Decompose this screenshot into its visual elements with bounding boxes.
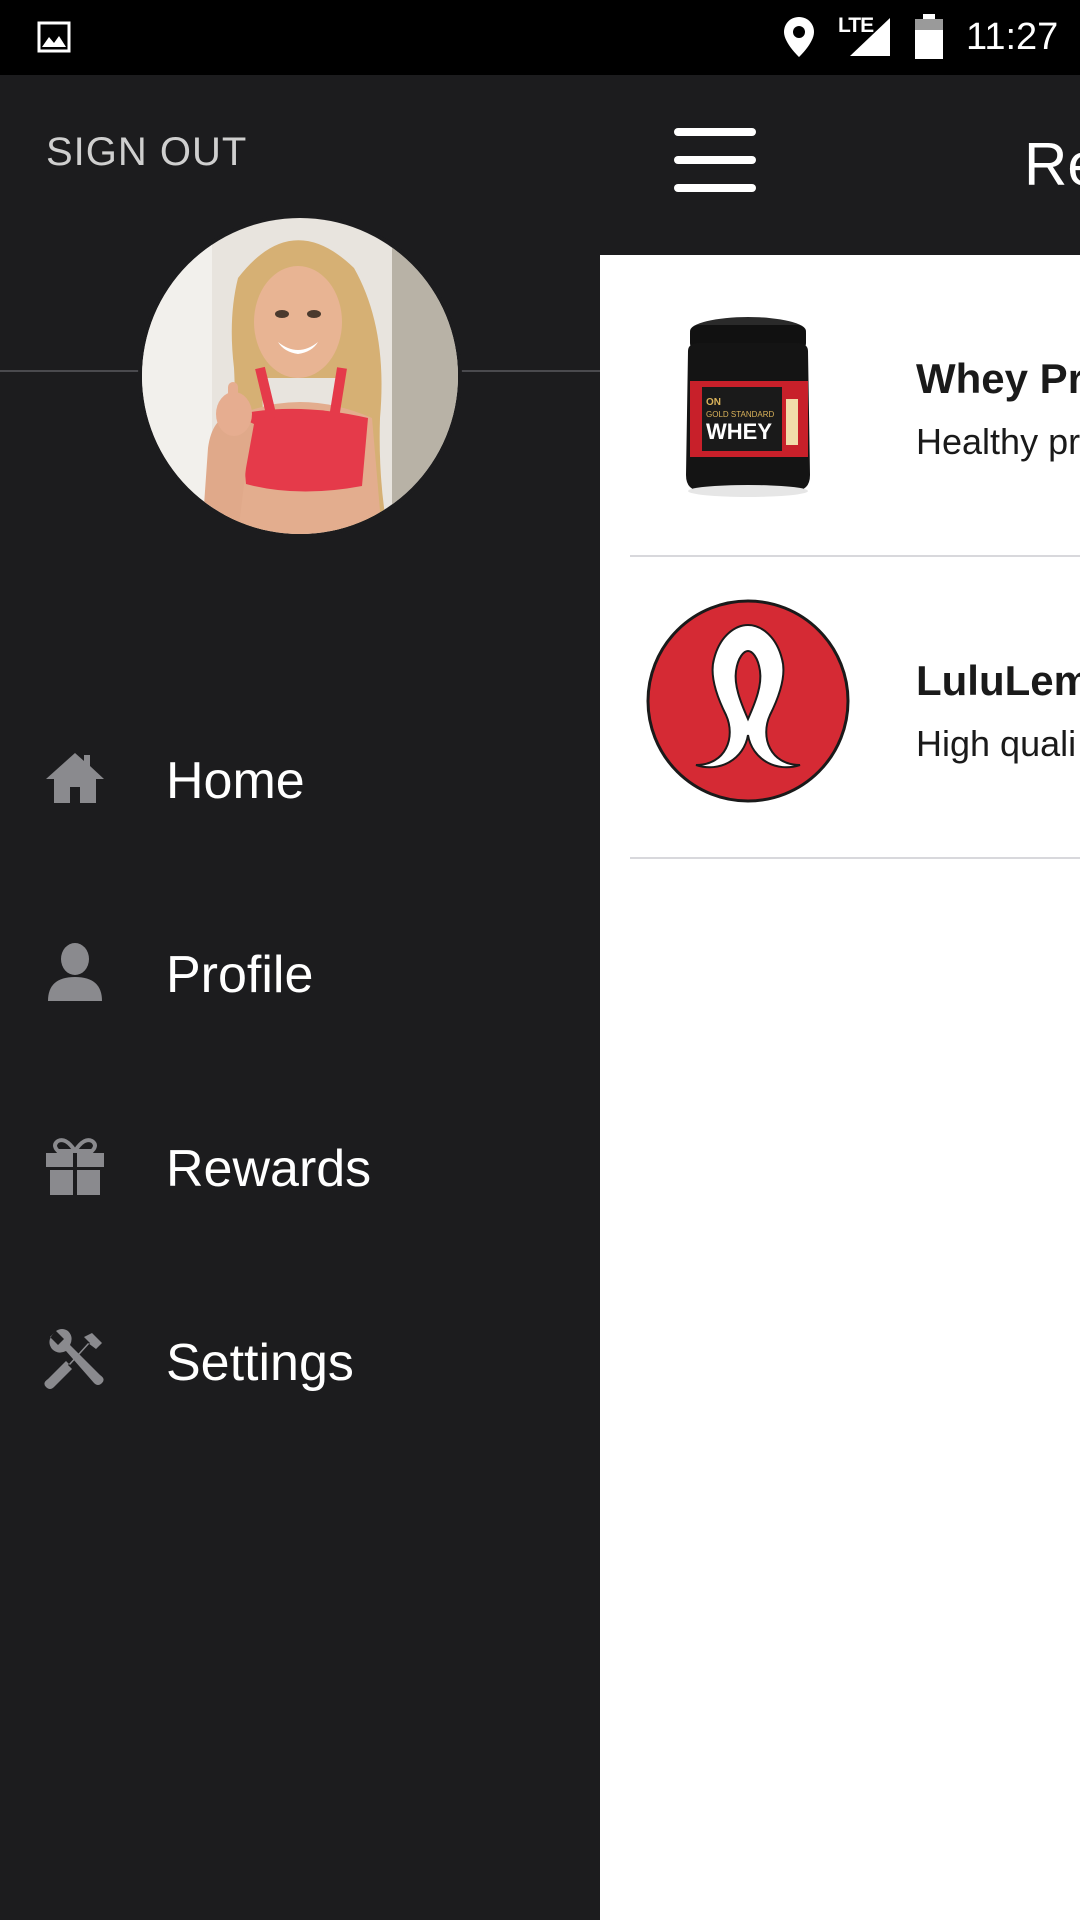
reward-item-lululemon[interactable]: LuluLem High quali [630, 557, 1080, 859]
menu-label: Settings [166, 1334, 354, 1392]
hamburger-icon[interactable] [674, 128, 756, 192]
reward-description: Healthy pr [916, 421, 1080, 462]
menu-item-home[interactable]: Home [0, 707, 600, 847]
status-bar: LTE 11:27 [0, 0, 1080, 75]
whey-brand-text: WHEY [706, 419, 772, 444]
navigation-drawer: SIGN OUT Home Profile Rewards Settings [0, 75, 600, 1920]
signal-icon [850, 18, 890, 56]
menu-label: Profile [166, 946, 314, 1004]
app-screen: LTE 11:27 Re [0, 0, 1080, 1920]
menu-label: Rewards [166, 1140, 372, 1198]
gift-icon [46, 1138, 104, 1195]
reward-description: High quali [916, 723, 1077, 764]
sign-out-button[interactable]: SIGN OUT [46, 130, 247, 175]
whey-protein-image: ON GOLD STANDARD WHEY [686, 317, 810, 497]
menu-item-profile[interactable]: Profile [0, 901, 600, 1041]
clock: 11:27 [966, 16, 1059, 58]
home-icon [46, 753, 104, 803]
menu-item-settings[interactable]: Settings [0, 1289, 600, 1429]
avatar[interactable] [138, 214, 462, 538]
svg-text:ON: ON [706, 397, 721, 408]
rewards-list: ON GOLD STANDARD WHEY Whey Pr Healthy pr… [600, 255, 1080, 859]
reward-title: Whey Pr [916, 355, 1080, 402]
gallery-icon [37, 21, 71, 53]
app-bar: Re [600, 75, 1080, 255]
location-icon [784, 17, 814, 57]
lululemon-logo-image [646, 599, 850, 803]
page-title: Re [1024, 131, 1080, 198]
user-photo [142, 218, 458, 534]
reward-item-whey[interactable]: ON GOLD STANDARD WHEY Whey Pr Healthy pr [630, 255, 1080, 557]
menu-item-rewards[interactable]: Rewards [0, 1095, 600, 1235]
battery-icon [915, 14, 943, 59]
person-icon [48, 943, 102, 1001]
wrench-screwdriver-icon [44, 1329, 104, 1389]
reward-title: LuluLem [916, 657, 1080, 704]
svg-text:GOLD STANDARD: GOLD STANDARD [706, 410, 775, 419]
menu-label: Home [166, 752, 305, 810]
main-content: Re ON GOLD STANDARD WHEY Whey Pr Healthy [600, 75, 1080, 1920]
